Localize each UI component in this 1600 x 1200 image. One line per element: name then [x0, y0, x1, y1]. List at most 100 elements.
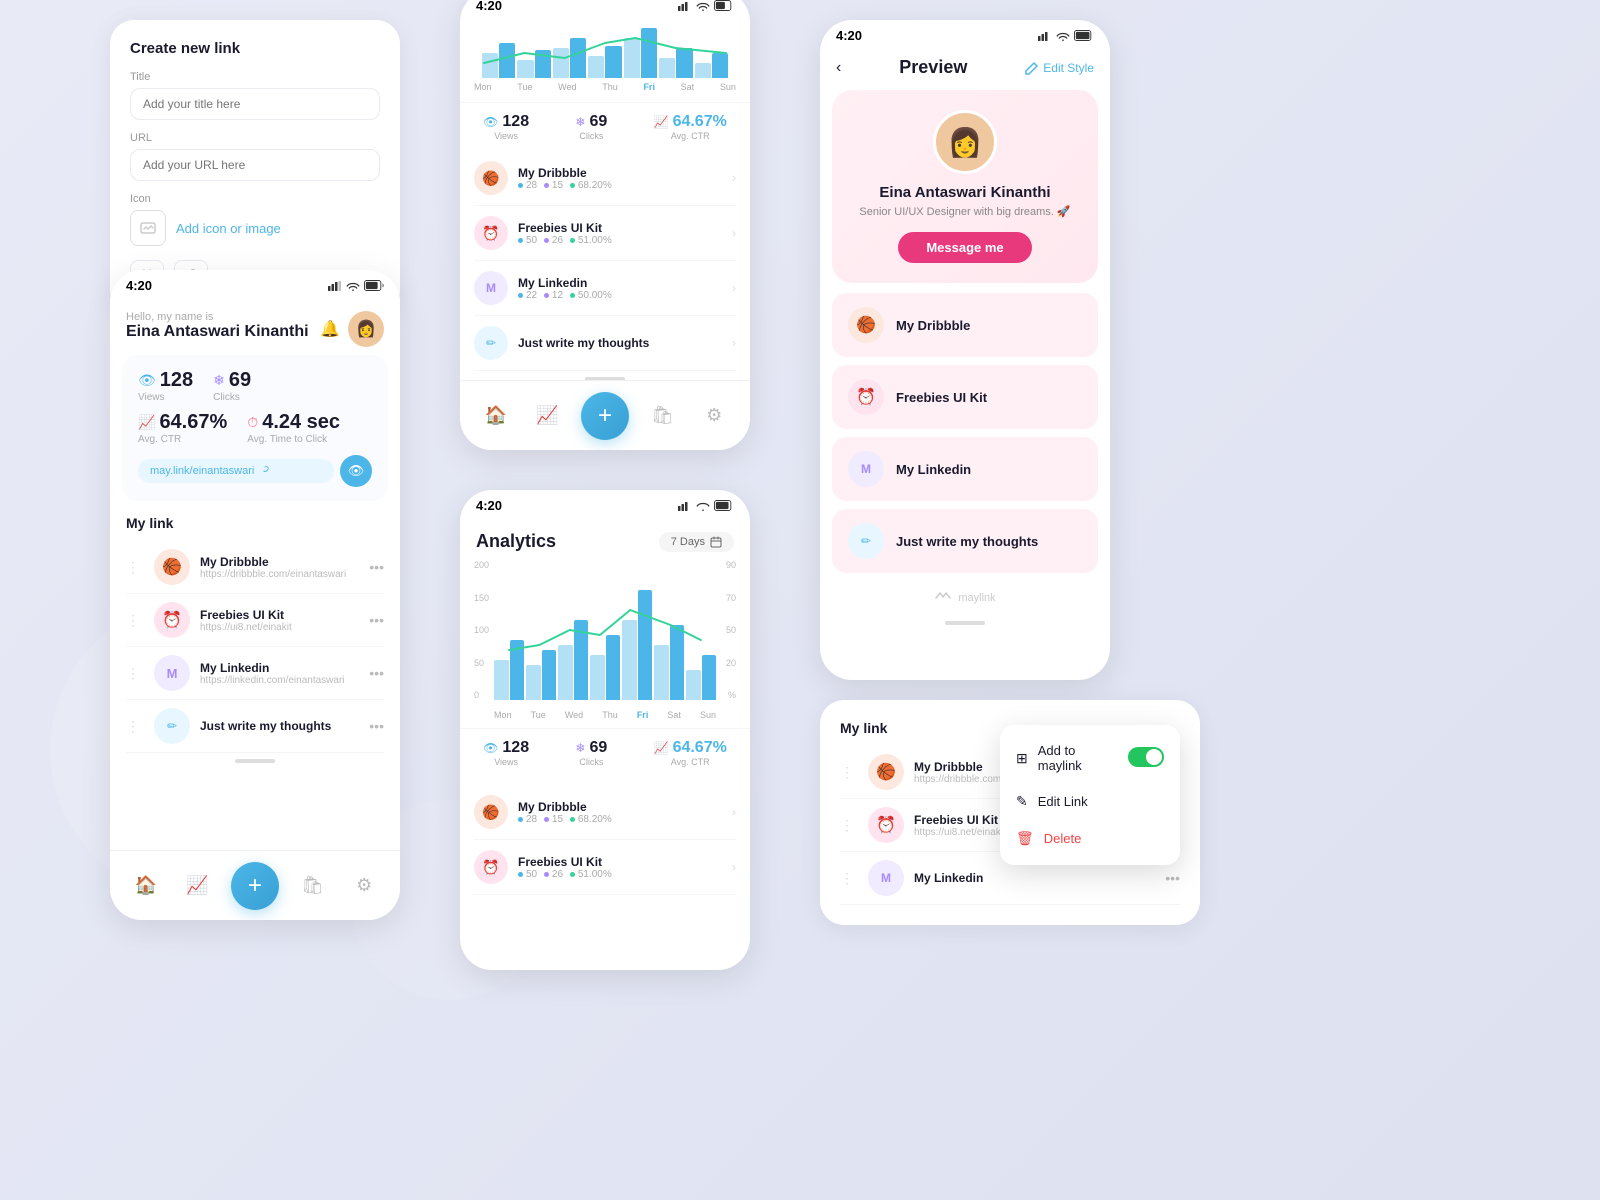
clicks-icon: ❄	[213, 372, 225, 389]
links-list-cb: 🏀 My Dribbble 28 15 68.20% › ⏰ Freebies …	[460, 785, 750, 895]
more-icon[interactable]: •••	[369, 559, 384, 575]
list-item[interactable]: 🏀 My Dribbble 28 15 68.20% ›	[474, 151, 736, 206]
create-link-title: Create new link	[130, 40, 380, 57]
mylink-section-left: My link ⋮ 🏀 My Dribbble https://dribbble…	[110, 501, 400, 753]
scroll-indicator-left	[235, 759, 275, 763]
time-val: 4.24 sec	[262, 411, 340, 434]
context-menu: ⊞ Add to maylink ✎ Edit Link 🗑 Delete	[1000, 725, 1180, 865]
big-chart-cb: 200150100500 90705020% MonTueWedThuFriSa…	[474, 560, 736, 720]
days-badge-cb[interactable]: 7 Days	[659, 532, 734, 552]
dribbble-url: https://dribbble.com/einantaswari	[200, 569, 359, 580]
freebies-list-name: Freebies UI Kit	[518, 221, 722, 235]
profile-bio: Senior UI/UX Designer with big dreams. 🚀	[848, 205, 1082, 218]
time-stat: ⏱ 4.24 sec Avg. Time to Click	[247, 411, 340, 445]
nav-plus-btn-ct[interactable]: +	[581, 392, 629, 440]
back-button[interactable]: ‹	[836, 59, 841, 77]
days-label: 7 Days	[671, 536, 705, 548]
linkedin-rb-name: My Linkedin	[914, 871, 1155, 885]
list-item[interactable]: ⏰ Freebies UI Kit 50 26 51.00% ›	[474, 206, 736, 261]
nav-plus-btn[interactable]: +	[231, 862, 279, 910]
center-top-phone: 4:20	[460, 0, 750, 450]
preview-header: ‹ Preview Edit Style	[820, 47, 1110, 90]
context-delete[interactable]: 🗑 Delete	[1000, 820, 1180, 857]
title-input[interactable]	[130, 88, 380, 120]
profile-name: Eina Antaswari Kinanthi	[848, 184, 1082, 201]
add-to-maylink-label: Add to maylink	[1038, 743, 1118, 773]
ctr-lbl-ct: Avg. CTR	[654, 131, 727, 141]
dribbble-name: My Dribbble	[200, 555, 359, 569]
left-phone: 4:20 Hello, my name is Eina Antaswari Ki…	[110, 270, 400, 920]
more-icon[interactable]: •••	[369, 665, 384, 681]
nav-settings-btn[interactable]: ⚙	[346, 868, 382, 904]
preview-linkedin-link[interactable]: M My Linkedin	[832, 437, 1098, 501]
nav-analytics-btn-ct[interactable]: 📈	[529, 398, 565, 434]
list-item-cb[interactable]: 🏀 My Dribbble 28 15 68.20% ›	[474, 785, 736, 840]
time-right: 4:20	[836, 28, 862, 43]
list-item[interactable]: M My Linkedin 22 12 50.00% ›	[474, 261, 736, 316]
edit-style-button[interactable]: Edit Style	[1025, 61, 1094, 75]
nav-home-btn-ct[interactable]: 🏠	[478, 398, 514, 434]
drag-icon: ⋮	[840, 870, 854, 887]
more-icon-rb3[interactable]: •••	[1165, 870, 1180, 886]
thoughts-list-icon: ✏	[474, 326, 508, 360]
nav-analytics-btn[interactable]: 📈	[179, 868, 215, 904]
list-item: ⋮ ⏰ Freebies UI Kit https://ui8.net/eina…	[126, 594, 384, 647]
list-item: ⋮ ✏ Just write my thoughts •••	[126, 700, 384, 753]
linkedin-name: My Linkedin	[200, 661, 359, 675]
freebies-list-stats: 50 26 51.00%	[518, 235, 722, 246]
add-to-maylink-icon: ⊞	[1016, 750, 1028, 767]
nav-shop-btn-ct[interactable]: 🛍	[645, 398, 681, 434]
drag-icon: ⋮	[126, 718, 140, 735]
ctr-icon: 📈	[138, 414, 155, 431]
bottom-nav-center-top: 🏠 📈 + 🛍 ⚙	[460, 380, 750, 450]
freebies-info: Freebies UI Kit https://ui8.net/einakit	[200, 608, 359, 633]
dribbble-list-icon: 🏀	[474, 161, 508, 195]
freebies-name: Freebies UI Kit	[200, 608, 359, 622]
nav-shop-btn[interactable]: 🛍	[295, 868, 331, 904]
chevron-right-icon-cb: ›	[732, 805, 736, 819]
preview-thoughts-link[interactable]: ✏ Just write my thoughts	[832, 509, 1098, 573]
preview-profile-card: 👩 Eina Antaswari Kinanthi Senior UI/UX D…	[832, 90, 1098, 283]
freebies-name-cb: Freebies UI Kit	[518, 855, 722, 869]
clicks-lbl: Clicks	[213, 392, 251, 403]
linkedin-info: My Linkedin https://linkedin.com/einanta…	[200, 661, 359, 686]
preview-dribbble-link[interactable]: 🏀 My Dribbble	[832, 293, 1098, 357]
preview-freebies-link[interactable]: ⏰ Freebies UI Kit	[832, 365, 1098, 429]
edit-link-icon: ✎	[1016, 793, 1028, 810]
list-item-cb2[interactable]: ⏰ Freebies UI Kit 50 26 51.00% ›	[474, 840, 736, 895]
icon-placeholder[interactable]	[130, 210, 166, 246]
list-item: ⋮ M My Linkedin https://linkedin.com/ein…	[126, 647, 384, 700]
chevron-right-icon: ›	[732, 336, 736, 350]
dribbble-icon-cb: 🏀	[474, 795, 508, 829]
eye-button[interactable]: 👁	[340, 455, 372, 487]
clicks-lbl-cb: Clicks	[575, 757, 607, 767]
context-edit-link[interactable]: ✎ Edit Link	[1000, 783, 1180, 820]
nav-settings-btn-ct[interactable]: ⚙	[696, 398, 732, 434]
delete-icon: 🗑	[1016, 830, 1034, 847]
url-input[interactable]	[130, 149, 380, 181]
context-add-to-maylink[interactable]: ⊞ Add to maylink	[1000, 733, 1180, 783]
views-val: 128	[160, 369, 193, 392]
chart-day-labels: MonTueWedThuFriSatSun	[474, 82, 736, 92]
more-icon[interactable]: •••	[369, 718, 384, 734]
toggle-maylink[interactable]	[1128, 747, 1164, 767]
nav-home-btn[interactable]: 🏠	[128, 868, 164, 904]
clicks-inline: ❄ 69 Clicks	[575, 113, 607, 141]
greeting-text: Hello, my name is	[126, 311, 309, 323]
views-inline: 👁 128 Views	[483, 113, 529, 141]
message-me-button[interactable]: Message me	[898, 232, 1031, 263]
preview-thoughts-icon: ✏	[848, 523, 884, 559]
add-icon-button[interactable]: Add icon or image	[176, 221, 281, 236]
links-list-ct: 🏀 My Dribbble 28 15 68.20% › ⏰ Freebies …	[460, 151, 750, 371]
thoughts-icon: ✏	[154, 708, 190, 744]
list-item[interactable]: ✏ Just write my thoughts ›	[474, 316, 736, 371]
maylink-text: maylink	[958, 592, 995, 604]
clicks-val-ct: 69	[589, 113, 607, 131]
bottom-nav-left: 🏠 📈 + 🛍 ⚙	[110, 850, 400, 920]
bell-icon[interactable]: 🔔	[320, 319, 340, 339]
more-icon[interactable]: •••	[369, 612, 384, 628]
preview-thoughts-name: Just write my thoughts	[896, 534, 1038, 549]
views-icon: 👁	[138, 372, 156, 389]
stats-row-cb: 👁128 Views ❄69 Clicks 📈64.67% Avg. CTR	[460, 728, 750, 777]
views-val-cb: 128	[502, 739, 529, 757]
